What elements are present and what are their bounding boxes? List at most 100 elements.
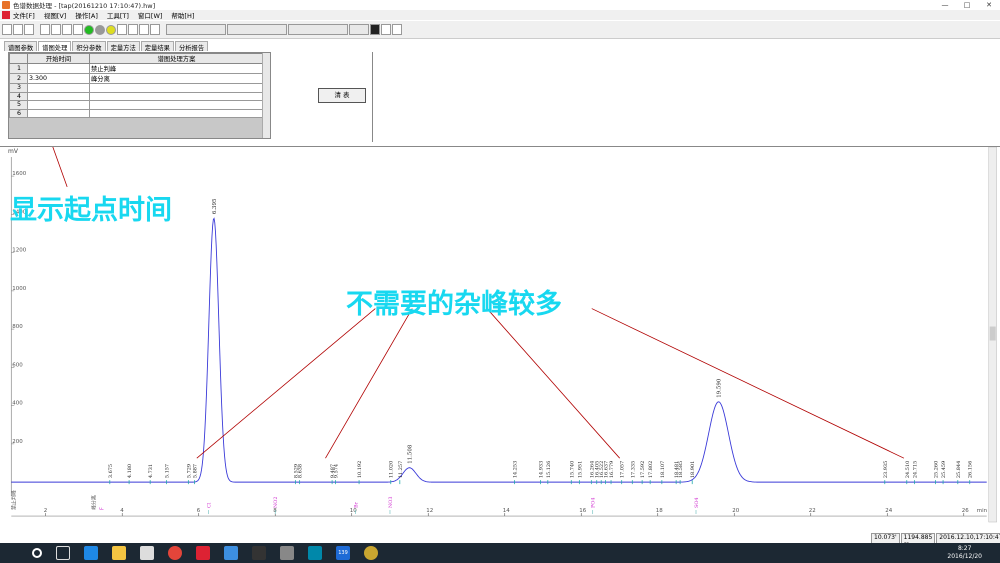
print-icon[interactable]	[73, 24, 83, 35]
scope-icon[interactable]	[370, 24, 380, 35]
print-report-icon[interactable]	[139, 24, 149, 35]
clear-table-button[interactable]: 清 表	[318, 88, 366, 103]
tab-chromatogram-processing[interactable]: 谱图处理	[38, 41, 72, 52]
method-cell[interactable]	[89, 91, 264, 101]
new-file-icon[interactable]	[2, 24, 12, 35]
y-tick-label: 400	[12, 401, 23, 407]
y-tick-label: 200	[12, 439, 23, 445]
minor-peak-label: 18.585	[678, 461, 684, 478]
method-cell[interactable]	[89, 108, 264, 118]
mail-139-icon[interactable]: 139	[336, 546, 350, 560]
method-cell[interactable]: 峰分离	[89, 73, 264, 84]
table-row: 5	[9, 100, 264, 110]
x-tick-label: 12	[426, 508, 433, 514]
open-file-icon[interactable]	[13, 24, 23, 35]
peak-tools[interactable]	[227, 24, 287, 35]
edge-browser-icon[interactable]	[84, 546, 98, 560]
x-tick-label: 24	[885, 508, 892, 514]
start-icon[interactable]	[84, 24, 94, 35]
toolbar	[0, 21, 1000, 39]
x-tick-label: 26	[962, 508, 969, 514]
pause-icon[interactable]	[106, 24, 116, 35]
table-scrollbar[interactable]	[262, 53, 270, 138]
method-cell[interactable]: 禁止判峰	[89, 63, 264, 74]
component-label: Br	[354, 501, 360, 508]
tab-quant-method[interactable]: 定量方法	[106, 41, 140, 52]
table-icon[interactable]	[62, 24, 72, 35]
minor-peak-label: 26.156	[968, 461, 974, 478]
y-tick-label: 800	[12, 324, 23, 330]
start-time-cell[interactable]	[27, 63, 90, 74]
save-icon[interactable]	[24, 24, 34, 35]
system-clock[interactable]: 8:27 2016/12/20	[947, 545, 982, 561]
menu-file[interactable]: 文件[F]	[13, 10, 35, 20]
start-time-cell[interactable]	[27, 100, 90, 110]
method-cell[interactable]	[89, 100, 264, 110]
menu-operate[interactable]: 操作[A]	[75, 10, 98, 20]
chart-scrollbar-thumb	[989, 326, 996, 341]
taskbar: 139 8:27 2016/12/20	[0, 543, 1000, 563]
minor-peak-label: 14.253	[512, 461, 518, 478]
event-marker-label: F	[99, 507, 105, 510]
window-title: 色谱数据处理 - [tap(20161210 17:10:47).hw]	[13, 2, 156, 10]
zoom-tools[interactable]	[166, 24, 226, 35]
method-icon[interactable]	[51, 24, 61, 35]
minor-peak-label: 15.740	[569, 461, 575, 478]
menu-help[interactable]: 帮助[H]	[171, 10, 194, 20]
export-icon[interactable]	[150, 24, 160, 35]
file-explorer-icon[interactable]	[112, 546, 126, 560]
scale-tools[interactable]	[349, 24, 369, 35]
misc-app-icon[interactable]	[364, 546, 378, 560]
maximize-button[interactable]: □	[956, 1, 978, 9]
y-tick-label: 600	[12, 362, 23, 368]
minor-peak-label: 16.779	[609, 461, 615, 478]
tab-strip: 谱图参数 谱图处理 积分参数 定量方法 定量结果 分析报告	[4, 41, 209, 52]
menu-tools[interactable]: 工具[T]	[107, 10, 129, 20]
start-time-cell[interactable]	[27, 108, 90, 118]
baseline-tools[interactable]	[288, 24, 348, 35]
close-button[interactable]: ✕	[978, 1, 1000, 9]
minor-peak-label: 17.802	[648, 461, 654, 478]
window-controls: — □ ✕	[934, 1, 1000, 9]
minor-peak-label: 24.510	[905, 461, 911, 478]
store-icon[interactable]	[140, 546, 154, 560]
menu-window[interactable]: 窗口[W]	[138, 10, 163, 20]
x-tick-label: 4	[120, 508, 124, 514]
app-logo-icon	[2, 11, 10, 19]
minor-peak-label: 17.335	[630, 461, 636, 478]
event-marker-label: 峰分离	[90, 495, 97, 510]
calculator-icon[interactable]	[280, 546, 294, 560]
start-icon[interactable]	[32, 548, 42, 558]
component-label: Cl	[206, 502, 212, 508]
start-time-cell[interactable]	[27, 91, 90, 101]
x-tick-label: 6	[197, 508, 201, 514]
title-bar: 色谱数据处理 - [tap(20161210 17:10:47).hw] — □…	[0, 0, 1000, 10]
peak-label: 19.590	[717, 378, 723, 398]
person-icon[interactable]	[381, 24, 391, 35]
stop-icon[interactable]	[95, 24, 105, 35]
chrome-icon[interactable]	[168, 546, 182, 560]
run-icon[interactable]	[392, 24, 402, 35]
tab-chromatogram-params[interactable]: 谱图参数	[4, 41, 38, 52]
clock-date: 2016/12/20	[947, 553, 982, 560]
qq-icon[interactable]	[252, 546, 266, 560]
minimize-button[interactable]: —	[934, 1, 956, 9]
start-time-cell[interactable]: 3.300	[27, 73, 90, 84]
menu-view[interactable]: 视图[V]	[44, 10, 67, 20]
photos-icon[interactable]	[224, 546, 238, 560]
tab-analysis-report[interactable]: 分析报告	[174, 41, 209, 52]
report-icon[interactable]	[117, 24, 127, 35]
tab-integration-params[interactable]: 积分参数	[72, 41, 106, 52]
print-preview-icon[interactable]	[128, 24, 138, 35]
method-cell[interactable]	[89, 83, 264, 93]
arduino-icon[interactable]	[308, 546, 322, 560]
task-view-icon[interactable]	[56, 546, 70, 560]
chromatography-app-icon[interactable]	[196, 546, 210, 560]
x-tick-label: 2	[44, 508, 47, 514]
window-icon[interactable]	[40, 24, 50, 35]
annotation-arrow	[325, 308, 413, 459]
start-time-cell[interactable]	[27, 83, 90, 93]
tab-quant-results[interactable]: 定量结果	[140, 41, 174, 52]
start-time-header: 开始时间	[27, 53, 90, 64]
annotation-arrow	[486, 308, 620, 459]
